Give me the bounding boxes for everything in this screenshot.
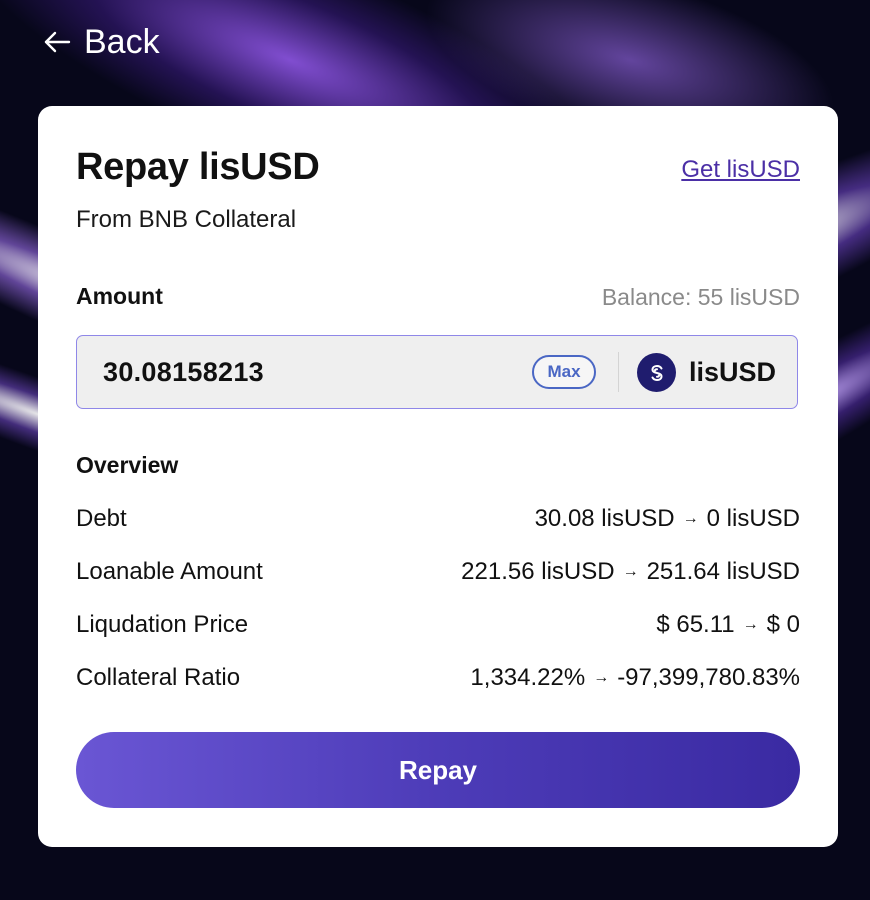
- arrow-right-icon: →: [593, 669, 610, 686]
- page-title: Repay lisUSD: [76, 146, 320, 188]
- value-to: -97,399,780.83%: [617, 664, 800, 691]
- repay-button[interactable]: Repay: [76, 732, 800, 808]
- row-label: Debt: [76, 505, 127, 532]
- value-from: 1,334.22%: [470, 664, 586, 691]
- value-to: $ 0: [766, 611, 800, 638]
- overview-label: Overview: [76, 452, 179, 478]
- arrow-right-icon: →: [682, 510, 699, 527]
- max-button[interactable]: Max: [532, 355, 596, 389]
- row-label: Collateral Ratio: [76, 664, 241, 691]
- value-to: 0 lisUSD: [706, 505, 800, 532]
- overview-row-collateral-ratio: Collateral Ratio 1,334.22% → -97,399,780…: [76, 663, 800, 693]
- row-value: $ 65.11 → $ 0: [656, 611, 800, 639]
- overview-row-debt: Debt 30.08 lisUSD → 0 lisUSD: [76, 504, 800, 534]
- arrow-right-icon: →: [742, 616, 759, 633]
- row-value: 30.08 lisUSD → 0 lisUSD: [535, 505, 800, 533]
- value-from: 30.08 lisUSD: [534, 505, 675, 532]
- back-button[interactable]: Back: [42, 22, 160, 62]
- amount-value[interactable]: 30.08158213: [103, 336, 264, 410]
- arrow-right-icon: →: [622, 563, 639, 580]
- balance-text: Balance: 55 lisUSD: [601, 284, 800, 310]
- back-label: Back: [84, 22, 160, 61]
- row-value: 221.56 lisUSD → 251.64 lisUSD: [461, 558, 800, 586]
- arrow-left-icon: [44, 31, 71, 53]
- value-from: $ 65.11: [656, 611, 735, 638]
- row-label: Loanable Amount: [76, 558, 263, 585]
- amount-label: Amount: [76, 283, 163, 309]
- repay-card: Repay lisUSD Get lisUSD From BNB Collate…: [38, 106, 838, 847]
- amount-input[interactable]: 30.08158213 Max lisUSD: [76, 335, 798, 409]
- overview-row-loanable-amount: Loanable Amount 221.56 lisUSD → 251.64 l…: [76, 557, 800, 587]
- value-from: 221.56 lisUSD: [461, 558, 615, 585]
- row-value: 1,334.22% → -97,399,780.83%: [470, 664, 800, 692]
- value-to: 251.64 lisUSD: [646, 558, 800, 585]
- row-label: Liqudation Price: [76, 611, 249, 638]
- get-lisusd-link[interactable]: Get lisUSD: [681, 156, 800, 184]
- divider: [618, 352, 619, 392]
- token-name: lisUSD: [689, 357, 777, 387]
- page-subtitle: From BNB Collateral: [76, 206, 297, 233]
- overview-row-liquidation-price: Liqudation Price $ 65.11 → $ 0: [76, 610, 800, 640]
- lisusd-token-icon: [637, 353, 676, 392]
